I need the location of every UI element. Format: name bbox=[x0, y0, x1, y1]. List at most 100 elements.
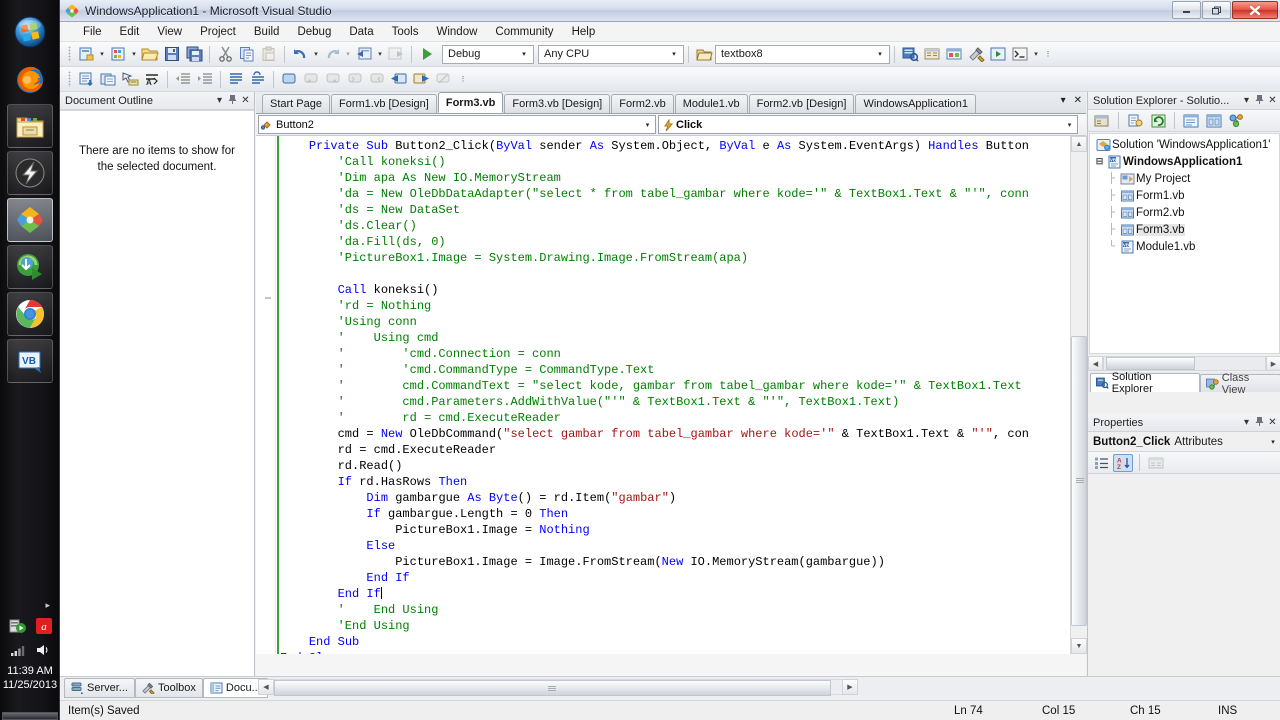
navigate-backward-icon[interactable] bbox=[353, 44, 375, 65]
menu-community[interactable]: Community bbox=[486, 24, 562, 40]
insert-snippet-icon[interactable] bbox=[97, 69, 119, 90]
properties-grid[interactable] bbox=[1088, 474, 1280, 676]
menu-edit[interactable]: Edit bbox=[111, 24, 149, 40]
prev-bookmark-folder-icon[interactable] bbox=[344, 69, 366, 90]
undo-dropdown-icon[interactable]: ▾ bbox=[311, 50, 321, 58]
vertical-scroll-thumb[interactable] bbox=[1071, 336, 1087, 626]
solution-tree-horizontal-scrollbar[interactable]: ◀ ▶ bbox=[1088, 355, 1280, 372]
show-desktop-button[interactable] bbox=[2, 712, 58, 720]
redo-dropdown-icon[interactable]: ▾ bbox=[343, 50, 353, 58]
find-combo[interactable]: textbox8 ▾ bbox=[715, 45, 890, 64]
tree-node-form1[interactable]: ├ Form1.vb bbox=[1090, 187, 1279, 204]
tree-node-my-project[interactable]: ├ My Project bbox=[1090, 170, 1279, 187]
source-code[interactable]: Private Sub Button2_Click(ByVal sender A… bbox=[280, 138, 1086, 654]
command-window-dropdown-icon[interactable]: ▾ bbox=[1031, 50, 1041, 58]
start-page-icon[interactable] bbox=[987, 44, 1009, 65]
property-pages-icon[interactable] bbox=[1146, 454, 1166, 472]
minimize-button[interactable] bbox=[1172, 1, 1201, 19]
member-selector-dropdown-icon[interactable]: ▾ bbox=[1062, 121, 1077, 129]
scroll-down-arrow-icon[interactable]: ▼ bbox=[1071, 638, 1087, 654]
scroll-up-arrow-icon[interactable]: ▲ bbox=[1071, 136, 1087, 152]
network-tray-icon[interactable] bbox=[10, 643, 26, 657]
properties-dropdown-icon[interactable]: ▾ bbox=[1240, 417, 1253, 428]
tree-node-form2[interactable]: ├ Form2.vb bbox=[1090, 204, 1279, 221]
tree-node-project[interactable]: ⊟ VB WindowsApplication1 bbox=[1090, 153, 1279, 170]
menu-view[interactable]: View bbox=[148, 24, 191, 40]
decrease-indent-icon[interactable] bbox=[172, 69, 194, 90]
view-designer-icon[interactable] bbox=[1203, 110, 1225, 131]
tab-windowsapplication1[interactable]: WindowsApplication1 bbox=[855, 94, 976, 113]
command-window-icon[interactable] bbox=[1009, 44, 1031, 65]
properties-object-selector[interactable]: Button2_Click Attributes ▾ bbox=[1088, 432, 1280, 452]
tabstrip-dropdown-icon[interactable]: ▾ bbox=[1061, 95, 1066, 106]
menu-build[interactable]: Build bbox=[245, 24, 289, 40]
menu-data[interactable]: Data bbox=[340, 24, 382, 40]
text-editor-toolbar-overflow-icon[interactable]: ⋮ bbox=[458, 75, 468, 83]
tab-module1-vb[interactable]: Module1.vb bbox=[675, 94, 748, 113]
menu-project[interactable]: Project bbox=[191, 24, 245, 40]
solution-explorer-pin-icon[interactable] bbox=[1253, 94, 1266, 108]
class-selector-dropdown-icon[interactable]: ▾ bbox=[640, 121, 655, 129]
editor-scroll-left-icon[interactable]: ◀ bbox=[258, 679, 274, 695]
alphabetical-icon[interactable]: A Z bbox=[1113, 454, 1133, 472]
solution-tree[interactable]: Solution 'WindowsApplication1' ⊟ VB bbox=[1089, 133, 1280, 354]
tree-node-solution[interactable]: Solution 'WindowsApplication1' bbox=[1090, 136, 1279, 153]
menu-help[interactable]: Help bbox=[563, 24, 605, 40]
toolbar-overflow-icon[interactable]: ⋮ bbox=[1043, 50, 1053, 58]
bottom-tab-toolbox[interactable]: Toolbox bbox=[135, 678, 203, 698]
tab-form1-design[interactable]: Form1.vb [Design] bbox=[331, 94, 437, 113]
solution-configuration-combo[interactable]: Debug ▾ bbox=[442, 45, 534, 64]
editor-scroll-right-icon[interactable]: ▶ bbox=[842, 679, 858, 695]
tabstrip-close-icon[interactable]: ✕ bbox=[1074, 95, 1082, 106]
file-explorer-icon[interactable] bbox=[7, 104, 53, 148]
open-file-icon[interactable] bbox=[139, 44, 161, 65]
solution-tree-scroll-left-icon[interactable]: ◀ bbox=[1088, 356, 1103, 371]
tab-form2-vb[interactable]: Form2.vb bbox=[611, 94, 673, 113]
properties-window-icon[interactable] bbox=[921, 44, 943, 65]
tab-start-page[interactable]: Start Page bbox=[262, 94, 330, 113]
clear-bookmarks-icon[interactable] bbox=[432, 69, 454, 90]
visual-studio-icon[interactable] bbox=[7, 198, 53, 242]
menu-debug[interactable]: Debug bbox=[288, 24, 340, 40]
redo-icon[interactable] bbox=[321, 44, 343, 65]
increase-indent-icon[interactable] bbox=[194, 69, 216, 90]
tray-overflow-icon[interactable]: ▸ bbox=[0, 600, 60, 614]
idm-icon[interactable] bbox=[7, 245, 53, 289]
add-new-item-dropdown-icon[interactable]: ▾ bbox=[129, 50, 139, 58]
solution-configuration-dropdown-icon[interactable]: ▾ bbox=[517, 50, 531, 58]
firefox-icon[interactable] bbox=[7, 57, 53, 101]
tree-node-module1[interactable]: └ VB Module1.vb bbox=[1090, 238, 1279, 255]
properties-pin-icon[interactable] bbox=[1253, 416, 1266, 430]
paste-icon[interactable] bbox=[258, 44, 280, 65]
save-icon[interactable] bbox=[161, 44, 183, 65]
editor-vertical-scrollbar[interactable]: ▲ ▼ bbox=[1070, 136, 1086, 654]
solution-platform-dropdown-icon[interactable]: ▾ bbox=[667, 50, 681, 58]
copy-icon[interactable] bbox=[236, 44, 258, 65]
comment-lines-icon[interactable] bbox=[225, 69, 247, 90]
find-dropdown-icon[interactable]: ▾ bbox=[873, 50, 887, 58]
display-items-icon[interactable] bbox=[75, 69, 97, 90]
menu-window[interactable]: Window bbox=[428, 24, 487, 40]
toolbox-icon[interactable] bbox=[965, 44, 987, 65]
properties-object-dropdown-icon[interactable]: ▾ bbox=[1267, 438, 1279, 446]
document-outline-pin-icon[interactable] bbox=[226, 94, 239, 108]
menu-tools[interactable]: Tools bbox=[383, 24, 428, 40]
save-all-icon[interactable] bbox=[183, 44, 205, 65]
media-tray-icon[interactable] bbox=[9, 618, 27, 634]
navigate-backward-dropdown-icon[interactable]: ▾ bbox=[375, 50, 385, 58]
start-orb-icon[interactable] bbox=[7, 10, 53, 54]
document-outline-dropdown-icon[interactable]: ▾ bbox=[213, 95, 226, 106]
solution-explorer-dropdown-icon[interactable]: ▾ bbox=[1240, 95, 1253, 106]
close-button[interactable] bbox=[1232, 1, 1278, 19]
outlining-gutter[interactable] bbox=[256, 136, 276, 654]
dock-tab-solution-explorer[interactable]: Solution Explorer bbox=[1090, 373, 1200, 392]
toggle-bookmark-icon[interactable] bbox=[278, 69, 300, 90]
surround-with-icon[interactable] bbox=[119, 69, 141, 90]
find-scope-icon[interactable] bbox=[693, 44, 715, 65]
object-browser-icon[interactable] bbox=[943, 44, 965, 65]
vb-icon[interactable]: VB bbox=[7, 339, 53, 383]
next-bookmark-folder-icon[interactable] bbox=[366, 69, 388, 90]
undo-icon[interactable] bbox=[289, 44, 311, 65]
menu-file[interactable]: File bbox=[74, 24, 111, 40]
winamp-icon[interactable] bbox=[7, 151, 53, 195]
